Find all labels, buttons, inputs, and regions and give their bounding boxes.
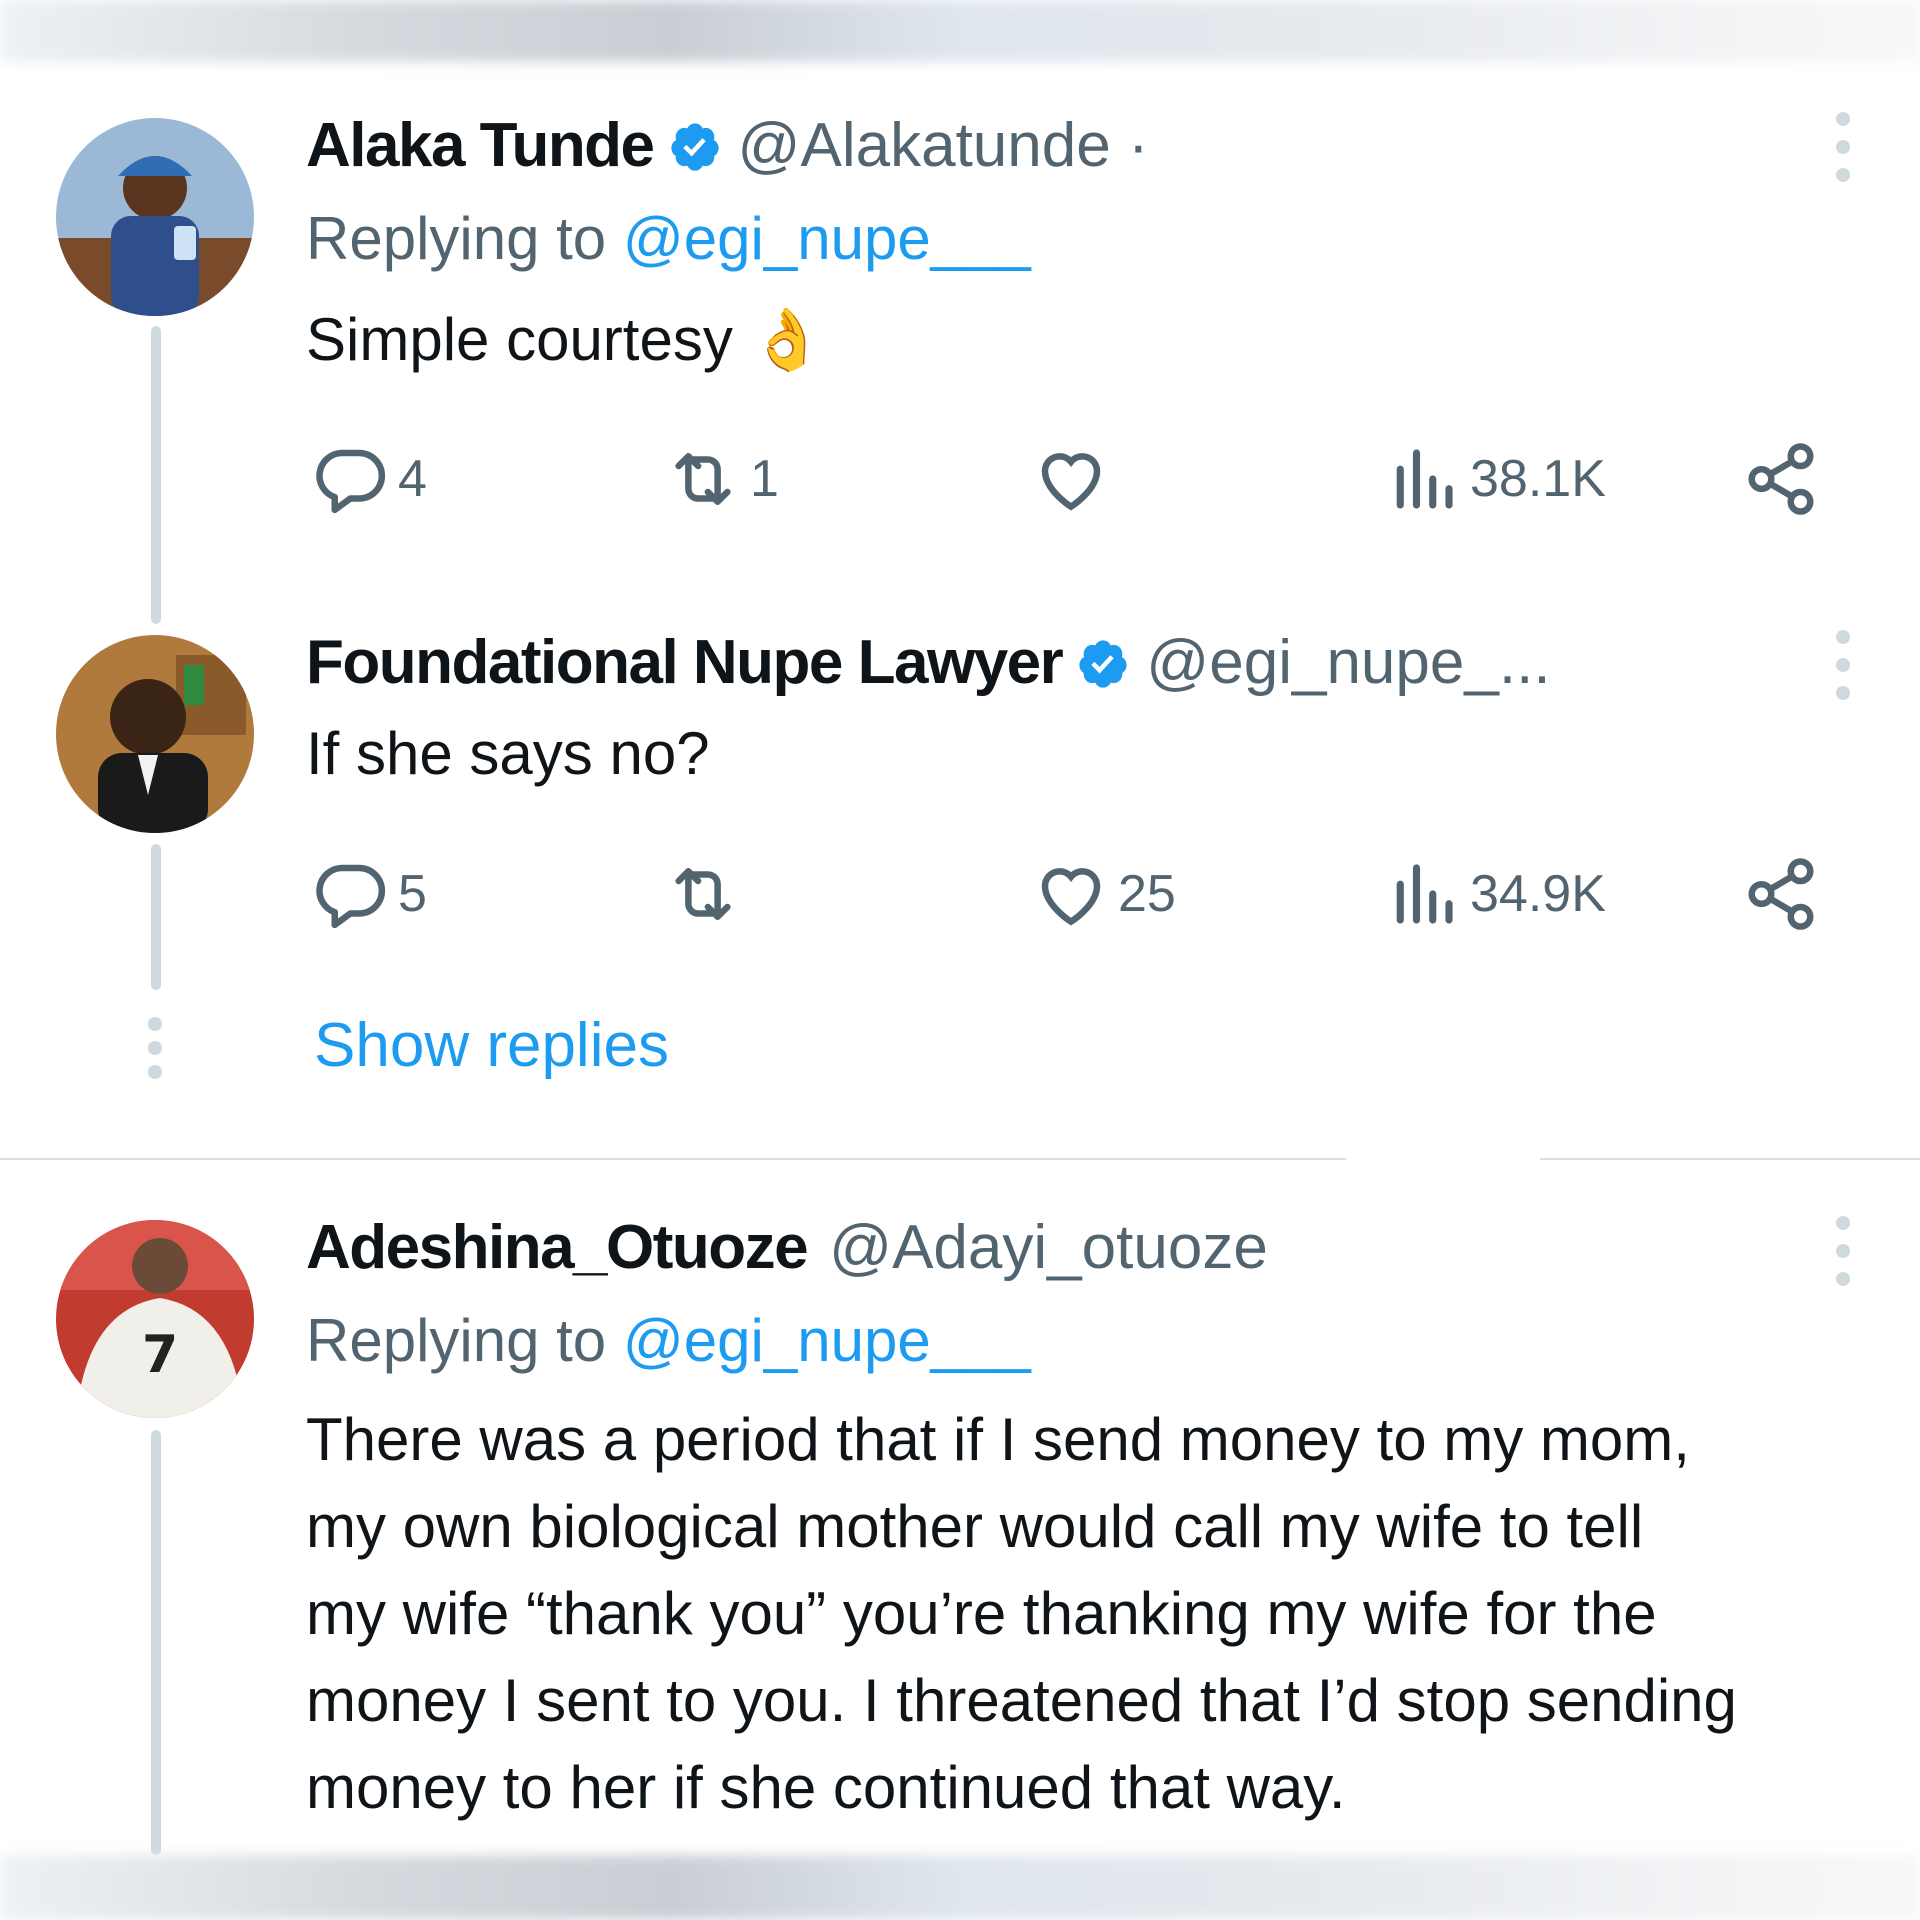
like-button[interactable] xyxy=(1032,440,1118,518)
svg-text:7: 7 xyxy=(142,1325,178,1385)
views-button[interactable]: 38.1K xyxy=(1384,440,1606,518)
tweet-text-line: my own biological mother would call my w… xyxy=(306,1493,1644,1560)
show-replies-link[interactable]: Show replies xyxy=(314,1010,669,1081)
display-name[interactable]: Alaka Tunde xyxy=(306,110,655,181)
replying-to: Replying to @egi_nupe___ xyxy=(306,204,1031,273)
tweet-text-line: There was a period that if I send money … xyxy=(306,1406,1690,1473)
verified-badge-icon xyxy=(670,123,719,171)
divider xyxy=(0,1158,1346,1160)
reply-button[interactable]: 5 xyxy=(312,855,427,933)
more-options-icon[interactable] xyxy=(1836,112,1852,182)
replying-to-mention[interactable]: @egi_nupe___ xyxy=(623,1307,1031,1374)
retweet-icon xyxy=(675,453,731,505)
heart-icon xyxy=(1041,868,1101,926)
replying-to-mention[interactable]: @egi_nupe___ xyxy=(623,205,1031,272)
retweet-icon xyxy=(675,868,731,920)
share-icon xyxy=(1748,443,1814,515)
replying-to-prefix: Replying to xyxy=(306,1307,623,1374)
verified-badge-icon xyxy=(1079,640,1127,688)
views-count: 38.1K xyxy=(1470,450,1606,508)
more-options-icon[interactable] xyxy=(1836,630,1852,700)
views-count: 34.9K xyxy=(1470,865,1606,923)
tweet-header: Alaka Tunde @Alakatunde · xyxy=(306,110,1149,181)
reply-count: 5 xyxy=(398,865,427,923)
reply-icon xyxy=(316,864,386,929)
tweet-text: If she says no? xyxy=(306,720,710,787)
tweet-text: There was a period that if I send money … xyxy=(306,1396,1737,1831)
reply-count: 4 xyxy=(398,450,427,508)
like-count: 25 xyxy=(1118,865,1176,923)
more-options-icon[interactable] xyxy=(1836,1216,1852,1286)
tweet-text-line: money to her if she continued that way. xyxy=(306,1754,1346,1821)
thread-line xyxy=(151,1430,161,1855)
replying-to: Replying to @egi_nupe___ xyxy=(306,1306,1031,1375)
reply-icon xyxy=(316,449,386,514)
thread-line xyxy=(151,844,161,990)
replying-to-prefix: Replying to xyxy=(306,205,623,272)
thread-continuation-dots xyxy=(148,1017,162,1079)
share-icon xyxy=(1748,858,1814,930)
display-name[interactable]: Adeshina_Otuoze xyxy=(306,1212,809,1283)
tweet-text-line: money I sent to you. I threatened that I… xyxy=(306,1667,1737,1734)
like-button[interactable]: 25 xyxy=(1032,855,1176,933)
avatar[interactable]: 7 xyxy=(56,1220,254,1418)
divider xyxy=(1540,1158,1920,1160)
retweet-button[interactable]: 1 xyxy=(664,440,779,518)
tweet-header: Foundational Nupe Lawyer @egi_nupe_... xyxy=(306,627,1551,698)
blurred-footer-strip xyxy=(0,1855,1920,1920)
views-button[interactable]: 34.9K xyxy=(1384,855,1606,933)
user-handle[interactable]: @egi_nupe_... xyxy=(1146,627,1550,698)
views-chart-icon xyxy=(1396,449,1453,509)
heart-icon xyxy=(1041,453,1101,511)
retweet-count: 1 xyxy=(750,450,779,508)
blurred-header-strip xyxy=(0,0,1920,62)
tweet-header: Adeshina_Otuoze @Adayi_otuoze xyxy=(306,1212,1268,1283)
reply-button[interactable]: 4 xyxy=(312,440,427,518)
thread-line xyxy=(151,326,161,624)
avatar[interactable] xyxy=(56,118,254,316)
share-button[interactable] xyxy=(1742,855,1820,933)
views-chart-icon xyxy=(1396,864,1453,924)
avatar[interactable] xyxy=(56,635,254,833)
share-button[interactable] xyxy=(1742,440,1820,518)
user-handle[interactable]: @Adayi_otuoze xyxy=(829,1212,1268,1283)
tweet-text-line: my wife “thank you” you’re thanking my w… xyxy=(306,1580,1657,1647)
retweet-button[interactable] xyxy=(664,855,750,933)
display-name[interactable]: Foundational Nupe Lawyer xyxy=(306,627,1064,698)
tweet-text: Simple courtesy 👌 xyxy=(306,306,825,373)
user-handle[interactable]: @Alakatunde · xyxy=(738,110,1149,181)
